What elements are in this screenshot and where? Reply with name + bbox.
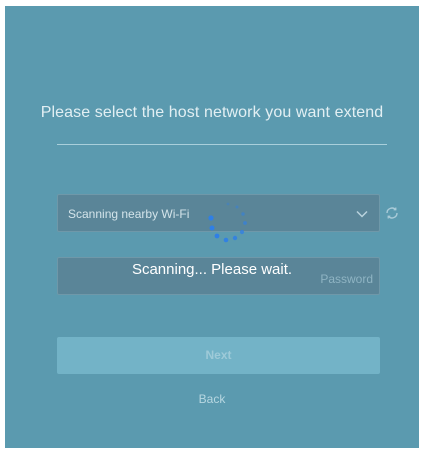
refresh-icon[interactable] bbox=[384, 205, 400, 221]
page-heading: Please select the host network you want … bbox=[40, 104, 384, 121]
scanning-message: Scanning... Please wait. bbox=[131, 261, 293, 278]
spinner-icon bbox=[208, 202, 247, 243]
network-select-value: Scanning nearby Wi-Fi bbox=[68, 207, 190, 221]
back-link[interactable]: Back bbox=[5, 392, 419, 406]
chevron-down-icon bbox=[356, 210, 368, 218]
next-button[interactable]: Next bbox=[57, 337, 380, 374]
setup-panel: Please select the host network you want … bbox=[5, 6, 419, 448]
heading-divider bbox=[57, 144, 387, 145]
